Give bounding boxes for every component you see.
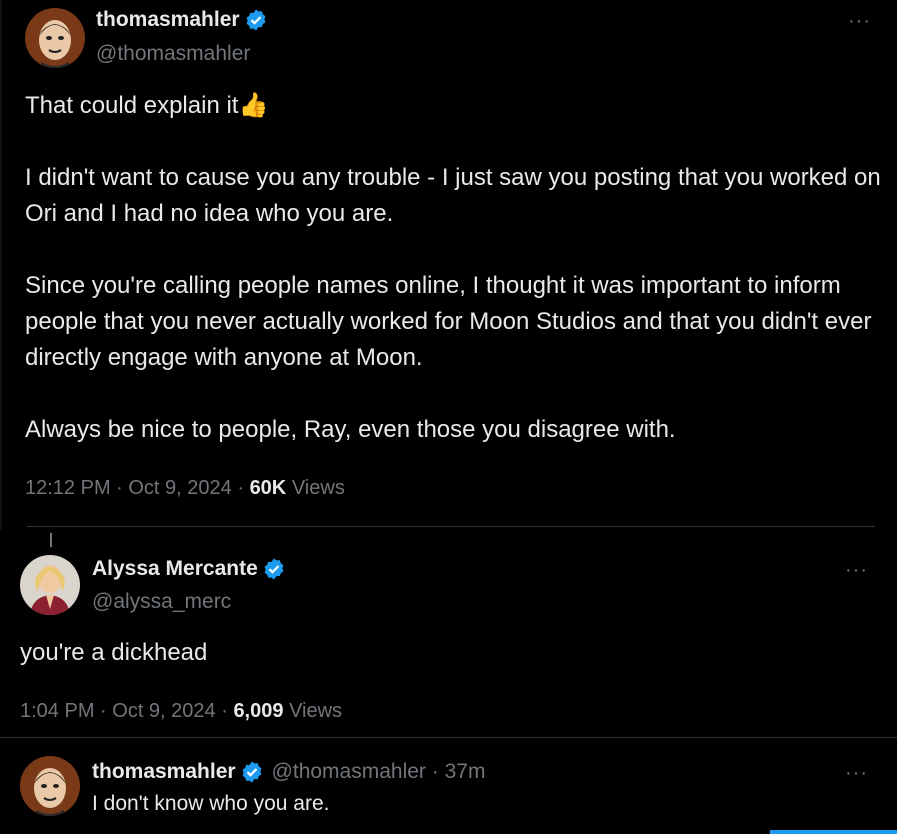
avatar[interactable] xyxy=(20,555,80,615)
tweet-paragraph: I didn't want to cause you any trouble -… xyxy=(25,164,881,227)
tweet-reply[interactable]: Alyssa Mercante @alyssa_merc ··· you're … xyxy=(0,535,897,735)
timestamp[interactable]: 1:04 PM · Oct 9, 2024 · xyxy=(20,700,233,722)
views-label: Views xyxy=(289,700,343,722)
author-name-row: Alyssa Mercante xyxy=(92,557,286,581)
tweet-meta: 1:04 PM · Oct 9, 2024 · 6,009 Views xyxy=(20,700,342,723)
tweet-reply[interactable]: thomasmahler @thomasmahler · 37m ··· I d… xyxy=(0,738,897,834)
avatar-illustration-icon xyxy=(20,756,80,816)
author-handle[interactable]: @thomasmahler xyxy=(96,42,250,66)
author-handle-time[interactable]: @thomasmahler · 37m xyxy=(272,760,486,784)
tweet-body: That could explain it👍 I didn't want to … xyxy=(25,88,885,448)
verified-badge-icon[interactable] xyxy=(262,557,286,581)
blue-bar xyxy=(770,830,897,834)
views-count[interactable]: 60K xyxy=(250,477,287,499)
author-display-name[interactable]: Alyssa Mercante xyxy=(92,557,258,581)
author-display-name[interactable]: thomasmahler xyxy=(96,8,240,32)
tweet-paragraph: That could explain it👍 xyxy=(25,92,269,119)
more-options-icon[interactable]: ··· xyxy=(845,560,868,580)
verified-badge-icon[interactable] xyxy=(244,8,268,32)
avatar[interactable] xyxy=(25,8,85,68)
author-handle[interactable]: @alyssa_merc xyxy=(92,590,231,614)
views-label: Views xyxy=(291,477,345,499)
views-count[interactable]: 6,009 xyxy=(233,700,283,722)
avatar[interactable] xyxy=(20,756,80,816)
verified-badge-icon[interactable] xyxy=(240,760,264,784)
tweet-body: you're a dickhead xyxy=(20,639,208,666)
avatar-illustration-icon xyxy=(25,8,85,68)
tweet-paragraph: Since you're calling people names online… xyxy=(25,272,872,371)
more-options-icon[interactable]: ··· xyxy=(845,763,868,783)
more-options-icon[interactable]: ··· xyxy=(848,11,871,31)
tweet-main[interactable]: thomasmahler @thomasmahler ··· That coul… xyxy=(0,0,897,530)
tweet-paragraph: Always be nice to people, Ray, even thos… xyxy=(25,416,676,443)
tweet-body: I don't know who you are. xyxy=(92,792,330,815)
author-name-row: thomasmahler @thomasmahler · 37m xyxy=(92,760,485,784)
avatar-photo-icon xyxy=(20,555,80,615)
timestamp[interactable]: 12:12 PM · Oct 9, 2024 · xyxy=(25,477,250,499)
divider xyxy=(27,526,875,527)
author-display-name[interactable]: thomasmahler xyxy=(92,760,236,784)
author-name-row: thomasmahler xyxy=(96,8,268,32)
tweet-meta: 12:12 PM · Oct 9, 2024 · 60K Views xyxy=(25,477,345,500)
